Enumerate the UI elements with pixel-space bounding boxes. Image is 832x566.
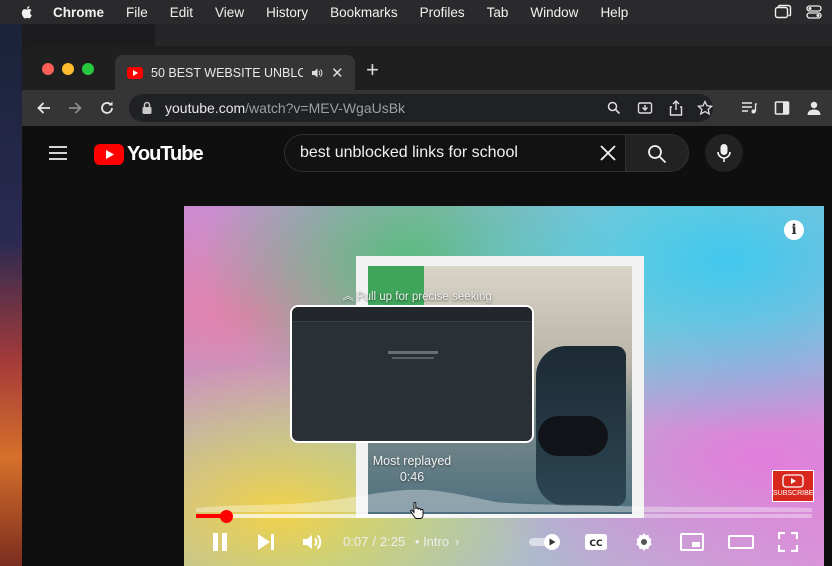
install-app-icon[interactable] — [637, 100, 653, 116]
menu-chrome[interactable]: Chrome — [53, 5, 104, 20]
search-query-text: best unblocked links for school — [300, 144, 518, 161]
autoplay-toggle[interactable] — [528, 533, 562, 551]
most-replayed-text: Most replayed — [372, 454, 452, 468]
hamburger-menu-icon[interactable] — [48, 145, 68, 161]
macos-menu-bar: Chrome File Edit View History Bookmarks … — [0, 0, 832, 24]
forward-icon[interactable] — [67, 100, 83, 116]
progress-bar[interactable] — [196, 509, 812, 523]
menu-bookmarks[interactable]: Bookmarks — [330, 5, 398, 20]
video-player[interactable]: i ︽ Pull up for precise seeking Most rep… — [184, 206, 824, 566]
search-button[interactable] — [625, 134, 689, 172]
menu-edit[interactable]: Edit — [170, 5, 193, 20]
profile-icon[interactable] — [806, 100, 822, 116]
new-tab-icon[interactable]: + — [366, 59, 379, 81]
youtube-logo[interactable]: YouTube — [94, 143, 204, 166]
tab-close-icon[interactable]: ✕ — [331, 64, 344, 82]
tab-audio-icon[interactable] — [311, 67, 323, 79]
youtube-logo-icon — [94, 144, 124, 165]
preview-line — [388, 351, 438, 354]
youtube-page: YouTube best unblocked links for school — [22, 126, 832, 566]
maximize-window-button[interactable] — [82, 63, 94, 75]
minimize-window-button[interactable] — [62, 63, 74, 75]
duration: 2:25 — [379, 534, 406, 549]
background-window — [155, 24, 832, 46]
clear-search-icon[interactable] — [599, 144, 617, 162]
active-tab[interactable]: 50 BEST WEBSITE UNBLOCKED ✕ — [115, 55, 355, 90]
most-replayed-heatmap — [196, 489, 812, 512]
time-separator: / — [372, 534, 376, 549]
svg-text:CC: CC — [589, 539, 603, 549]
url-text: youtube.com/watch?v=MEV-WgaUsBk — [165, 100, 405, 116]
bookmark-star-icon[interactable] — [697, 100, 713, 116]
most-replayed-time: 0:46 — [399, 470, 425, 484]
progress-scrubber[interactable] — [220, 509, 234, 523]
url-host: youtube.com — [165, 100, 246, 116]
menu-window[interactable]: Window — [530, 5, 578, 20]
apple-icon[interactable] — [19, 4, 35, 20]
address-bar[interactable]: youtube.com/watch?v=MEV-WgaUsBk — [129, 94, 713, 122]
menu-help[interactable]: Help — [600, 5, 628, 20]
chevron-double-up-icon: ︽ — [342, 291, 354, 303]
chapter-bullet: • — [414, 534, 420, 549]
volume-icon[interactable] — [302, 532, 324, 552]
miniplayer-icon[interactable] — [680, 532, 704, 552]
browser-toolbar: youtube.com/watch?v=MEV-WgaUsBk — [22, 90, 832, 126]
time-display: 0:07/2:25 • Intro › — [343, 534, 459, 549]
player-controls: 0:07/2:25 • Intro › CC — [184, 524, 824, 564]
info-icon[interactable]: i — [784, 220, 804, 240]
fullscreen-icon[interactable] — [778, 532, 798, 552]
media-queue-icon[interactable] — [741, 100, 757, 116]
microphone-icon — [717, 144, 731, 162]
menu-history[interactable]: History — [266, 5, 308, 20]
search-input[interactable]: best unblocked links for school — [284, 134, 626, 172]
captions-icon[interactable]: CC — [584, 532, 608, 552]
window-switch-icon[interactable] — [774, 4, 792, 20]
control-center-icon[interactable] — [806, 4, 822, 20]
settings-gear-icon[interactable] — [634, 532, 654, 552]
back-icon[interactable] — [36, 100, 52, 116]
close-window-button[interactable] — [42, 63, 54, 75]
chapter-title[interactable]: Intro — [423, 534, 449, 549]
pause-icon[interactable] — [210, 532, 230, 552]
tab-strip: 50 BEST WEBSITE UNBLOCKED ✕ + — [22, 46, 832, 90]
preview-line — [392, 357, 434, 359]
seek-hint-text: Pull up for precise seeking — [356, 291, 492, 303]
youtube-favicon-icon — [127, 66, 143, 79]
lock-icon[interactable] — [141, 101, 153, 115]
desktop-wallpaper — [0, 24, 22, 566]
photo-hair-dryer — [538, 416, 608, 456]
menu-profiles[interactable]: Profiles — [420, 5, 465, 20]
most-replayed-label: Most replayed 0:46 — [350, 453, 474, 485]
url-path: /watch?v=MEV-WgaUsBk — [245, 100, 406, 116]
seek-hint: ︽ Pull up for precise seeking — [184, 288, 650, 304]
voice-search-button[interactable] — [705, 134, 743, 172]
menu-tab[interactable]: Tab — [487, 5, 509, 20]
zoom-search-icon[interactable] — [607, 101, 621, 115]
share-icon[interactable] — [669, 100, 683, 116]
browser-window: 50 BEST WEBSITE UNBLOCKED ✕ + youtube.co… — [22, 46, 832, 566]
seek-preview-thumbnail — [290, 305, 534, 443]
tab-title: 50 BEST WEBSITE UNBLOCKED — [151, 65, 303, 80]
hand-cursor-icon — [410, 502, 424, 519]
menu-view[interactable]: View — [215, 5, 244, 20]
current-time: 0:07 — [343, 534, 369, 549]
search-icon — [648, 145, 667, 164]
theater-mode-icon[interactable] — [728, 532, 754, 552]
side-panel-icon[interactable] — [774, 100, 790, 116]
next-video-icon[interactable] — [256, 532, 276, 552]
play-icon — [782, 474, 804, 488]
reload-icon[interactable] — [99, 100, 115, 116]
chevron-right-icon[interactable]: › — [455, 534, 459, 549]
youtube-logo-text: YouTube — [127, 143, 204, 165]
preview-toolbar — [292, 307, 532, 322]
menu-file[interactable]: File — [126, 5, 148, 20]
